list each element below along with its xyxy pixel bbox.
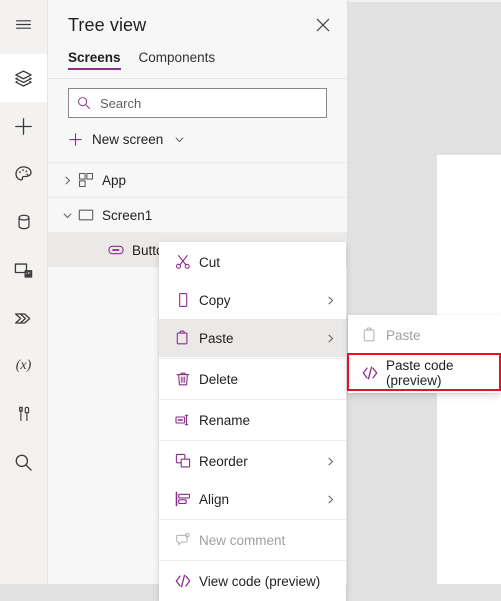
menu-item-label: View code (preview) bbox=[199, 573, 321, 589]
close-icon[interactable] bbox=[307, 9, 339, 41]
rail-item-variables[interactable]: (x) bbox=[0, 342, 47, 390]
paste-icon bbox=[362, 327, 386, 343]
trash-icon bbox=[175, 371, 199, 387]
rename-icon bbox=[175, 412, 199, 428]
database-icon bbox=[15, 213, 33, 231]
menu-separator bbox=[159, 519, 346, 520]
tab-screens[interactable]: Screens bbox=[68, 50, 121, 70]
chevron-right-icon bbox=[325, 456, 336, 467]
rail-item-search[interactable] bbox=[0, 438, 47, 486]
rail-item-tree-view[interactable] bbox=[0, 54, 47, 102]
screen-icon bbox=[78, 207, 94, 223]
rail-item-power-automate[interactable] bbox=[0, 294, 47, 342]
menu-item-label: Paste bbox=[386, 327, 421, 343]
rail-item-insert[interactable] bbox=[0, 102, 47, 150]
menu-item-copy[interactable]: Copy bbox=[159, 281, 346, 319]
menu-item-paste[interactable]: Paste bbox=[159, 319, 346, 357]
new-screen-button[interactable]: New screen bbox=[48, 122, 347, 156]
new-screen-label: New screen bbox=[92, 131, 164, 147]
menu-item-label: Align bbox=[199, 491, 230, 507]
button-control-icon bbox=[108, 242, 124, 258]
comment-icon bbox=[175, 532, 199, 548]
code-icon bbox=[362, 365, 386, 381]
hamburger-menu-icon bbox=[15, 16, 32, 33]
search-container bbox=[48, 79, 347, 118]
menu-item-label: Reorder bbox=[199, 453, 248, 469]
menu-item-align[interactable]: Align bbox=[159, 480, 346, 518]
menu-item-cut[interactable]: Cut bbox=[159, 243, 346, 281]
menu-item-label: Rename bbox=[199, 412, 251, 428]
menu-item-label: Paste bbox=[199, 330, 234, 346]
palette-icon bbox=[14, 165, 33, 184]
paste-icon bbox=[175, 330, 199, 346]
tree-item-screen1[interactable]: Screen1 bbox=[48, 197, 347, 232]
search-icon bbox=[77, 96, 91, 110]
code-icon bbox=[175, 573, 199, 589]
submenu-item-paste: Paste bbox=[348, 316, 501, 354]
search-icon bbox=[14, 453, 33, 472]
menu-separator bbox=[159, 560, 346, 561]
rail-item-media[interactable] bbox=[0, 246, 47, 294]
panel-tabs: Screens Components bbox=[48, 50, 347, 79]
align-icon bbox=[175, 491, 199, 507]
chevron-right-icon bbox=[325, 333, 336, 344]
menu-separator bbox=[159, 440, 346, 441]
layers-icon bbox=[14, 69, 33, 88]
tab-components[interactable]: Components bbox=[139, 50, 216, 70]
plus-icon bbox=[68, 132, 83, 147]
rail-item-menu[interactable] bbox=[0, 0, 47, 48]
menu-item-label: Paste code (preview) bbox=[386, 358, 454, 388]
rail-item-data[interactable] bbox=[0, 198, 47, 246]
tree-item-label: Screen1 bbox=[102, 207, 153, 223]
context-menu: Cut Copy Paste Delete Rename Reorder Align New … bbox=[159, 242, 346, 601]
chevron-down-icon[interactable] bbox=[56, 210, 78, 221]
reorder-icon bbox=[175, 453, 199, 469]
rail-item-app-checker[interactable] bbox=[0, 390, 47, 438]
menu-item-view-code-preview[interactable]: View code (preview) bbox=[159, 562, 346, 600]
paste-submenu: Paste Paste code (preview) bbox=[348, 315, 501, 393]
editor-topbar-strip bbox=[348, 0, 501, 2]
rail-item-themes[interactable] bbox=[0, 150, 47, 198]
menu-item-delete[interactable]: Delete bbox=[159, 360, 346, 398]
menu-item-rename[interactable]: Rename bbox=[159, 401, 346, 439]
menu-item-label: Cut bbox=[199, 254, 221, 270]
variables-icon: (x) bbox=[15, 358, 32, 373]
menu-item-label: Copy bbox=[199, 292, 231, 308]
chevron-right-icon bbox=[325, 295, 336, 306]
app-grid-icon bbox=[78, 172, 94, 188]
menu-item-new-comment: New comment bbox=[159, 521, 346, 559]
menu-separator bbox=[159, 358, 346, 359]
menu-item-reorder[interactable]: Reorder bbox=[159, 442, 346, 480]
tools-icon bbox=[15, 405, 33, 423]
panel-header: Tree view bbox=[48, 0, 347, 50]
chevron-right-icon[interactable] bbox=[56, 175, 78, 186]
menu-separator bbox=[159, 399, 346, 400]
search-box[interactable] bbox=[68, 88, 327, 118]
power-automate-icon bbox=[14, 309, 33, 328]
tree-item-app[interactable]: App bbox=[48, 162, 347, 197]
chevron-right-icon bbox=[325, 494, 336, 505]
submenu-item-paste-code-preview[interactable]: Paste code (preview) bbox=[348, 354, 501, 392]
media-icon bbox=[14, 261, 33, 280]
page-title: Tree view bbox=[68, 14, 147, 35]
left-rail: (x) bbox=[0, 0, 48, 584]
menu-item-label: Delete bbox=[199, 371, 239, 387]
scissors-icon bbox=[175, 254, 199, 270]
menu-item-label: New comment bbox=[199, 532, 286, 548]
search-input[interactable] bbox=[98, 94, 318, 112]
copy-icon bbox=[175, 292, 199, 308]
plus-icon bbox=[14, 117, 33, 136]
chevron-down-icon bbox=[174, 134, 185, 145]
tree-item-label: App bbox=[102, 172, 127, 188]
